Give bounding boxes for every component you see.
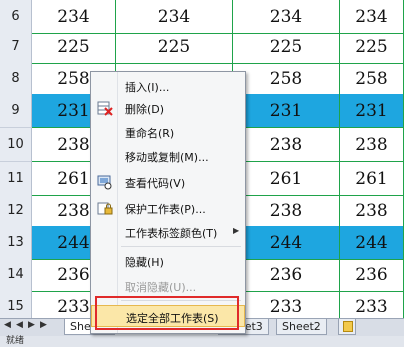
prev-sheet-icon[interactable]: ◀ — [14, 320, 25, 330]
cell[interactable]: 258 — [340, 62, 404, 96]
cell[interactable]: 238 — [233, 194, 340, 228]
row-header[interactable]: 12 — [0, 194, 32, 228]
menu-item-move-copy[interactable]: 移动或复制(M)... — [91, 145, 245, 167]
menu-separator — [121, 246, 241, 247]
view-code-icon — [97, 175, 112, 190]
cell[interactable]: 261 — [340, 162, 404, 196]
menu-item-unhide: 取消隐藏(U)... — [125, 281, 197, 294]
cell[interactable]: 225 — [116, 30, 233, 64]
cell[interactable]: 233 — [340, 290, 404, 318]
row-header[interactable]: 13 — [0, 226, 32, 260]
cell[interactable]: 231 — [340, 94, 404, 128]
new-sheet-icon — [343, 321, 353, 332]
row-header[interactable]: 15 — [0, 290, 32, 318]
cell[interactable]: 234 — [32, 0, 116, 34]
menu-item-hide[interactable]: 隐藏(H) — [91, 250, 245, 272]
cell[interactable]: 258 — [233, 62, 340, 96]
last-sheet-icon[interactable]: ▶ — [38, 320, 49, 330]
menu-item-delete[interactable]: 删除(D) — [91, 97, 245, 119]
cell[interactable]: 238 — [340, 128, 404, 162]
menu-item-tab-color[interactable]: 工作表标签颜色(T) ▶ — [91, 221, 245, 243]
row-header[interactable]: 9 — [0, 94, 32, 128]
status-text: 就绪 — [6, 336, 25, 346]
next-sheet-icon[interactable]: ▶ — [26, 320, 37, 330]
row-header[interactable]: 7 — [0, 30, 32, 64]
cell[interactable]: 244 — [340, 226, 404, 260]
menu-item-rename[interactable]: 重命名(R) — [91, 121, 245, 143]
highlight-callout-box — [95, 296, 239, 330]
sheet-context-menu: 插入(I)... 删除(D) 重命名(R) 移动或复制(M)... 查看代码(V… — [90, 71, 246, 334]
cell[interactable]: 231 — [233, 94, 340, 128]
delete-sheet-icon — [97, 101, 113, 116]
cell[interactable]: 234 — [116, 0, 233, 34]
cell[interactable]: 261 — [233, 162, 340, 196]
cell[interactable]: 234 — [340, 0, 404, 34]
row-header[interactable]: 14 — [0, 258, 32, 292]
row-header[interactable]: 6 — [0, 0, 32, 34]
sheet-tab-sheet2[interactable]: Sheet2 — [276, 319, 327, 335]
first-sheet-icon[interactable]: ◀ — [2, 320, 13, 330]
menu-item-protect-sheet[interactable]: 保护工作表(P)... — [91, 197, 245, 219]
row-6: 6 234 234 234 234 — [0, 0, 404, 34]
cell[interactable]: 225 — [340, 30, 404, 64]
menu-item-insert[interactable]: 插入(I)... — [91, 75, 245, 97]
cell[interactable]: 225 — [233, 30, 340, 64]
cell[interactable]: 244 — [233, 226, 340, 260]
cell[interactable]: 234 — [233, 0, 340, 34]
cell[interactable]: 236 — [340, 258, 404, 292]
submenu-arrow-icon: ▶ — [233, 226, 240, 235]
cell[interactable]: 225 — [32, 30, 116, 64]
cell[interactable]: 238 — [233, 128, 340, 162]
status-bar: 就绪 — [0, 336, 404, 347]
row-header[interactable]: 8 — [0, 62, 32, 96]
cell[interactable]: 233 — [233, 290, 340, 318]
row-header[interactable]: 11 — [0, 162, 32, 196]
insert-sheet-button[interactable] — [338, 319, 356, 335]
row-header[interactable]: 10 — [0, 128, 32, 162]
cell[interactable]: 236 — [233, 258, 340, 292]
menu-item-view-code[interactable]: 查看代码(V) — [91, 171, 245, 193]
cell[interactable]: 238 — [340, 194, 404, 228]
protect-sheet-icon — [97, 202, 113, 215]
row-7: 7 225 225 225 225 — [0, 30, 404, 64]
